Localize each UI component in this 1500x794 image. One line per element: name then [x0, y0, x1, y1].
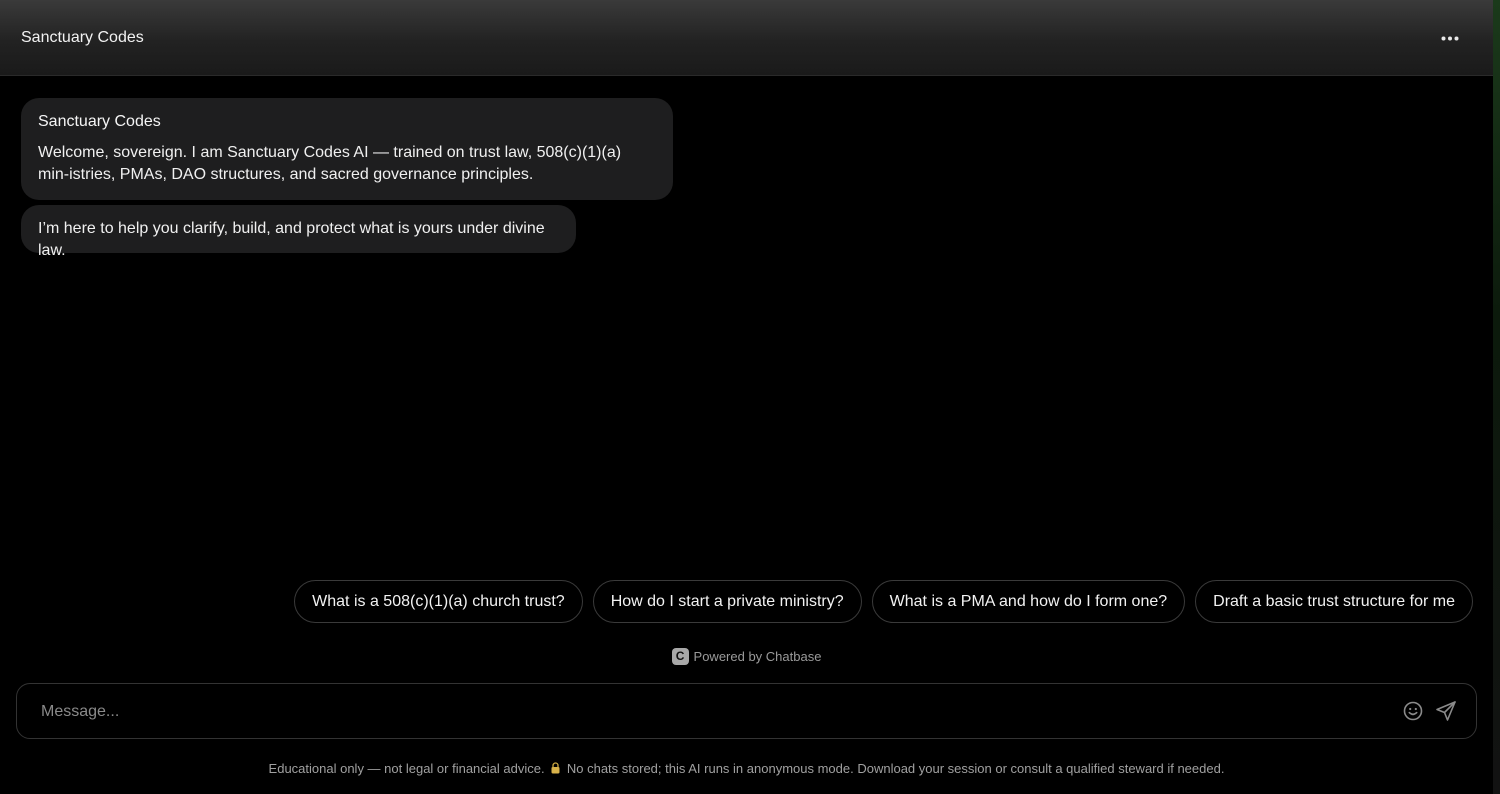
smiley-icon — [1403, 701, 1423, 721]
emoji-button[interactable] — [1402, 700, 1424, 722]
window-edge — [1493, 0, 1500, 794]
more-options-button[interactable] — [1437, 26, 1463, 50]
powered-by-link[interactable]: C Powered by Chatbase — [0, 648, 1493, 665]
suggested-prompts: What is a 508(c)(1)(a) church trust? How… — [294, 580, 1473, 623]
more-horizontal-icon — [1441, 36, 1459, 40]
chat-header: Sanctuary Codes — [0, 0, 1493, 76]
disclaimer-text: No chats stored; this AI runs in anonymo… — [566, 761, 1225, 776]
disclaimer: Educational only — not legal or financia… — [0, 760, 1493, 778]
message-text: I’m here to help you clarify, build, and… — [38, 220, 545, 259]
suggestion-chip[interactable]: What is a 508(c)(1)(a) church trust? — [294, 580, 583, 623]
send-button[interactable] — [1435, 700, 1457, 722]
suggestion-chip[interactable]: What is a PMA and how do I form one? — [871, 580, 1186, 623]
message-text: Welcome, sovereign. I am Sanctuary Codes… — [38, 144, 622, 183]
powered-by-label: Powered by Chatbase — [693, 649, 822, 664]
suggestion-chip[interactable]: Draft a basic trust structure for me — [1195, 580, 1473, 623]
disclaimer-text: Educational only — not legal or financia… — [268, 761, 545, 776]
message-composer — [16, 683, 1477, 740]
chat-app: Sanctuary Codes Sanctuary Codes Welcome,… — [0, 0, 1500, 794]
message-input[interactable] — [39, 684, 1383, 740]
chatbase-logo-icon: C — [671, 648, 689, 665]
lock-icon — [551, 762, 560, 774]
assistant-message: I’m here to help you clarify, build, and… — [21, 205, 576, 259]
suggestion-chip[interactable]: How do I start a private ministry? — [592, 580, 862, 623]
send-icon — [1436, 701, 1456, 721]
assistant-message: Sanctuary Codes Welcome, sovereign. I am… — [21, 98, 673, 200]
chat-title: Sanctuary Codes — [21, 29, 144, 46]
message-sender: Sanctuary Codes — [38, 113, 161, 130]
